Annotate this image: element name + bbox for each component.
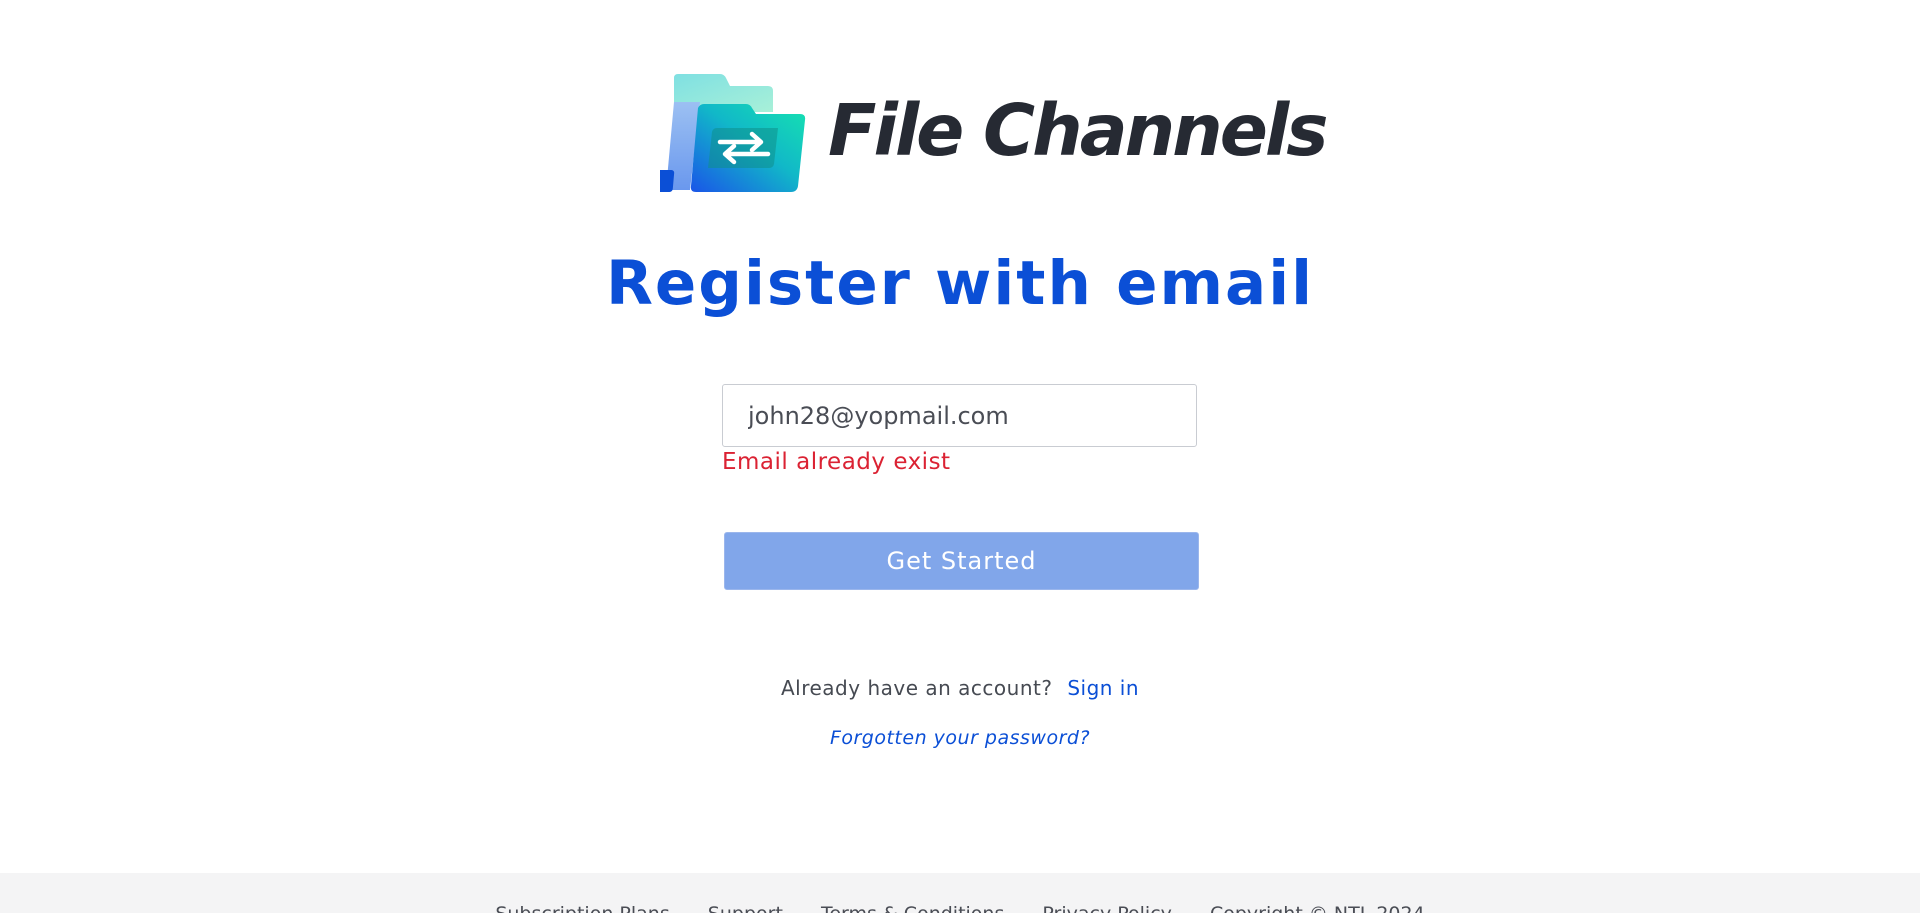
footer-link-privacy[interactable]: Privacy Policy bbox=[1042, 903, 1171, 913]
sign-in-link[interactable]: Sign in bbox=[1067, 676, 1139, 700]
get-started-button[interactable]: Get Started bbox=[724, 532, 1199, 590]
signin-prompt: Already have an account? bbox=[780, 676, 1053, 700]
footer-links: Subscription Plans Support Terms & Condi… bbox=[0, 903, 1920, 913]
email-field[interactable] bbox=[722, 384, 1197, 447]
page-title: Register with email bbox=[605, 248, 1315, 319]
brand-name: File Channels bbox=[828, 89, 1328, 172]
forgot-password-row: Forgotten your password? bbox=[0, 727, 1920, 749]
footer-link-support[interactable]: Support bbox=[708, 903, 783, 913]
signin-row: Already have an account? Sign in bbox=[0, 676, 1920, 700]
register-page: File Channels Register with email Email … bbox=[0, 0, 1920, 913]
folder-exchange-icon bbox=[660, 72, 810, 197]
forgot-password-link[interactable]: Forgotten your password? bbox=[830, 727, 1090, 749]
footer-link-terms[interactable]: Terms & Conditions bbox=[821, 903, 1004, 913]
email-error-message: Email already exist bbox=[722, 449, 951, 475]
footer: Subscription Plans Support Terms & Condi… bbox=[0, 873, 1920, 913]
footer-link-subscription-plans[interactable]: Subscription Plans bbox=[495, 903, 669, 913]
brand-logo[interactable]: File Channels bbox=[660, 72, 1328, 197]
footer-copyright: Copyright © NTL 2024 bbox=[1210, 903, 1425, 913]
